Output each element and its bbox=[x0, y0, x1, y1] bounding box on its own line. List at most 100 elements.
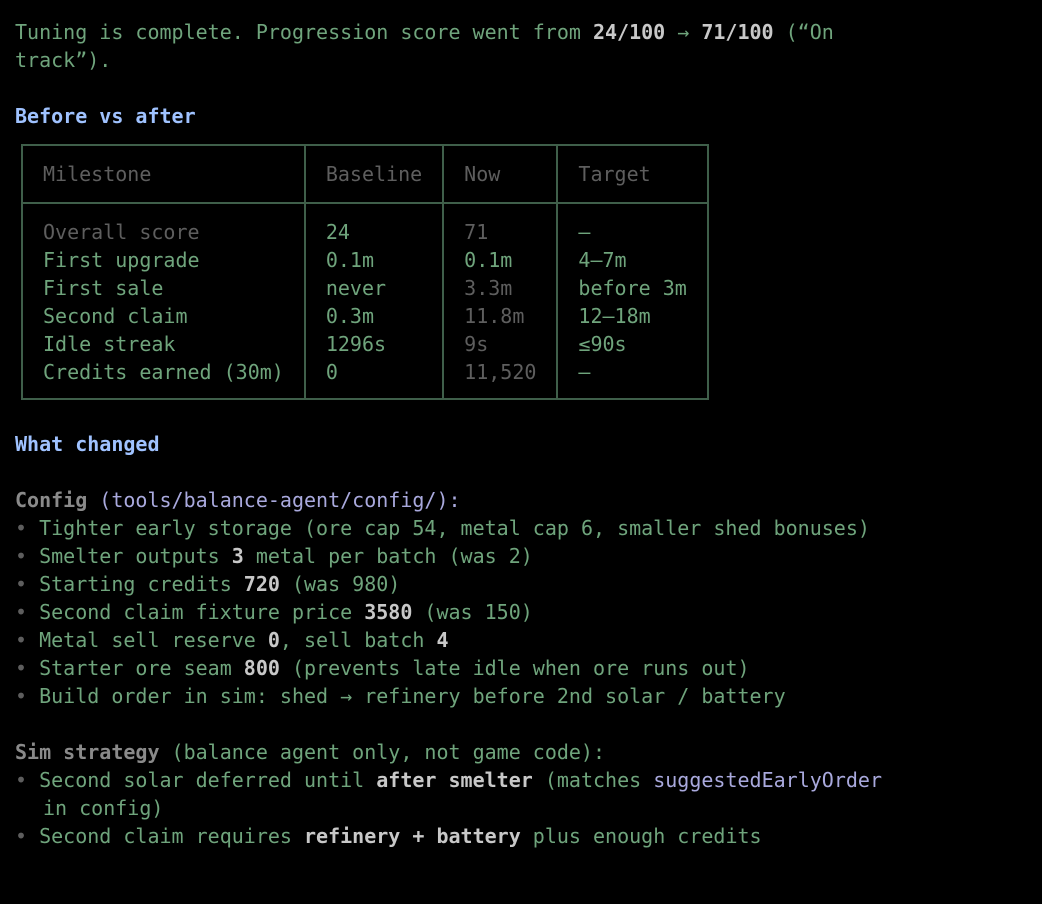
bullet-icon: • bbox=[15, 768, 40, 792]
table-row: Second claim 0.3m 11.8m 12–18m bbox=[21, 302, 709, 330]
cell-now: 3.3m bbox=[442, 274, 559, 302]
bullet-text: Metal sell reserve bbox=[39, 628, 268, 652]
bullet-text: Build order in sim: shed → refinery befo… bbox=[39, 684, 786, 708]
cell-baseline: 0.1m bbox=[303, 246, 445, 274]
cell-milestone: Second claim bbox=[21, 302, 306, 330]
table-row: First upgrade 0.1m 0.1m 4–7m bbox=[21, 246, 709, 274]
bullet-text: Second claim fixture price bbox=[39, 600, 365, 624]
bullet-value: 720 bbox=[243, 572, 280, 596]
heading-before-after: Before vs after bbox=[15, 104, 196, 128]
new-score: 71/100 bbox=[701, 20, 774, 44]
bullet-text: (was 980) bbox=[279, 572, 401, 596]
list-item: • Metal sell reserve 0, sell batch 4 bbox=[15, 626, 1035, 654]
bullet-text: (matches bbox=[532, 768, 654, 792]
bullet-value: 3 bbox=[231, 544, 244, 568]
list-item: • Smelter outputs 3 metal per batch (was… bbox=[15, 542, 1035, 570]
config-path: tools/balance-agent/config/ bbox=[111, 488, 437, 512]
bullet-icon: • bbox=[15, 684, 40, 708]
cell-baseline: never bbox=[303, 274, 445, 302]
list-item: • Tighter early storage (ore cap 54, met… bbox=[15, 514, 1035, 542]
table-row: Credits earned (30m) 0 11,520 — bbox=[21, 358, 709, 399]
bullet-text: Tighter early storage (ore cap 54, metal… bbox=[39, 516, 870, 540]
bullet-text: , sell batch bbox=[279, 628, 437, 652]
bullet-icon: • bbox=[15, 544, 40, 568]
cell-baseline: 0.3m bbox=[303, 302, 445, 330]
arrow-icon: → bbox=[665, 20, 702, 44]
cell-baseline: 0 bbox=[303, 358, 445, 399]
list-item: • Starting credits 720 (was 980) bbox=[15, 570, 1035, 598]
cell-target: — bbox=[556, 358, 709, 399]
bullet-icon: • bbox=[15, 656, 40, 680]
baseline-score: 24/100 bbox=[592, 20, 666, 44]
bullet-value: 3580 bbox=[364, 600, 413, 624]
bullet-icon: • bbox=[15, 824, 40, 848]
cell-now: 11,520 bbox=[442, 358, 559, 399]
summary-line-2: track”). bbox=[15, 48, 112, 72]
comparison-table: Milestone Baseline Now Target Overall sc… bbox=[21, 144, 709, 400]
sim-label: Sim strategy bbox=[15, 740, 160, 764]
bullet-text: (was 150) bbox=[412, 600, 533, 624]
cell-target: 12–18m bbox=[556, 302, 709, 330]
config-heading: Config (tools/balance-agent/config/): bbox=[15, 486, 1035, 514]
config-label: Config bbox=[15, 488, 88, 512]
cell-milestone: Overall score bbox=[21, 203, 306, 246]
bullet-value: refinery + battery bbox=[304, 824, 521, 848]
cell-milestone: Credits earned (30m) bbox=[21, 358, 306, 399]
bullet-text: Second solar deferred until bbox=[39, 768, 377, 792]
code-identifier: suggestedEarlyOrder bbox=[653, 768, 882, 792]
heading-what-changed: What changed bbox=[15, 432, 160, 456]
bullet-text: plus enough credits bbox=[520, 824, 762, 848]
bullet-value: 800 bbox=[243, 656, 280, 680]
table-header-row: Milestone Baseline Now Target bbox=[21, 145, 709, 204]
bullet-text: (prevents late idle when ore runs out) bbox=[279, 656, 750, 680]
bullet-text: metal per batch (was 2) bbox=[243, 544, 533, 568]
bullet-text: Starting credits bbox=[39, 572, 244, 596]
bullet-text: Smelter outputs bbox=[39, 544, 232, 568]
cell-milestone: First sale bbox=[21, 274, 306, 302]
list-item: • Second claim requires refinery + batte… bbox=[15, 822, 1035, 850]
table-row: Overall score 24 71 — bbox=[21, 203, 709, 246]
bullet-icon: • bbox=[15, 516, 40, 540]
comparison-table-wrapper: Milestone Baseline Now Target Overall sc… bbox=[21, 144, 1035, 400]
table-row: First sale never 3.3m before 3m bbox=[21, 274, 709, 302]
bullet-value: after smelter bbox=[376, 768, 533, 792]
list-item: • Second claim fixture price 3580 (was 1… bbox=[15, 598, 1035, 626]
cell-target: ≤90s bbox=[556, 330, 709, 358]
config-path-close: ): bbox=[436, 488, 461, 512]
list-item: • Starter ore seam 800 (prevents late id… bbox=[15, 654, 1035, 682]
bullet-icon: • bbox=[15, 628, 40, 652]
cell-now: 71 bbox=[442, 203, 559, 246]
bullet-text: Starter ore seam bbox=[39, 656, 244, 680]
bullet-text: Second claim requires bbox=[39, 824, 304, 848]
table-row: Idle streak 1296s 9s ≤90s bbox=[21, 330, 709, 358]
cell-target: — bbox=[556, 203, 709, 246]
cell-target: before 3m bbox=[556, 274, 709, 302]
sim-note: (balance agent only, not game code): bbox=[159, 740, 606, 764]
bullet-value: 4 bbox=[436, 628, 449, 652]
summary-line-1: Tuning is complete. Progression score we… bbox=[15, 18, 1035, 46]
terminal-output: Tuning is complete. Progression score we… bbox=[15, 18, 1035, 850]
bullet-icon: • bbox=[15, 600, 40, 624]
col-target: Target bbox=[556, 145, 709, 204]
list-item-continuation: in config) bbox=[15, 794, 1035, 822]
cell-baseline: 1296s bbox=[303, 330, 445, 358]
list-item: • Build order in sim: shed → refinery be… bbox=[15, 682, 1035, 710]
cell-now: 0.1m bbox=[442, 246, 559, 274]
col-baseline: Baseline bbox=[303, 145, 445, 204]
cell-milestone: Idle streak bbox=[21, 330, 306, 358]
config-path-open: ( bbox=[87, 488, 112, 512]
bullet-text: in config) bbox=[43, 796, 164, 820]
cell-now: 11.8m bbox=[442, 302, 559, 330]
cell-target: 4–7m bbox=[556, 246, 709, 274]
bullet-icon: • bbox=[15, 572, 40, 596]
bullet-value: 0 bbox=[267, 628, 280, 652]
summary-text-end: (“On bbox=[773, 20, 834, 44]
col-milestone: Milestone bbox=[21, 145, 306, 204]
summary-text: Tuning is complete. Progression score we… bbox=[15, 20, 593, 44]
sim-heading: Sim strategy (balance agent only, not ga… bbox=[15, 738, 1035, 766]
cell-now: 9s bbox=[442, 330, 559, 358]
list-item: • Second solar deferred until after smel… bbox=[15, 766, 1035, 794]
cell-milestone: First upgrade bbox=[21, 246, 306, 274]
cell-baseline: 24 bbox=[303, 203, 445, 246]
col-now: Now bbox=[442, 145, 559, 204]
